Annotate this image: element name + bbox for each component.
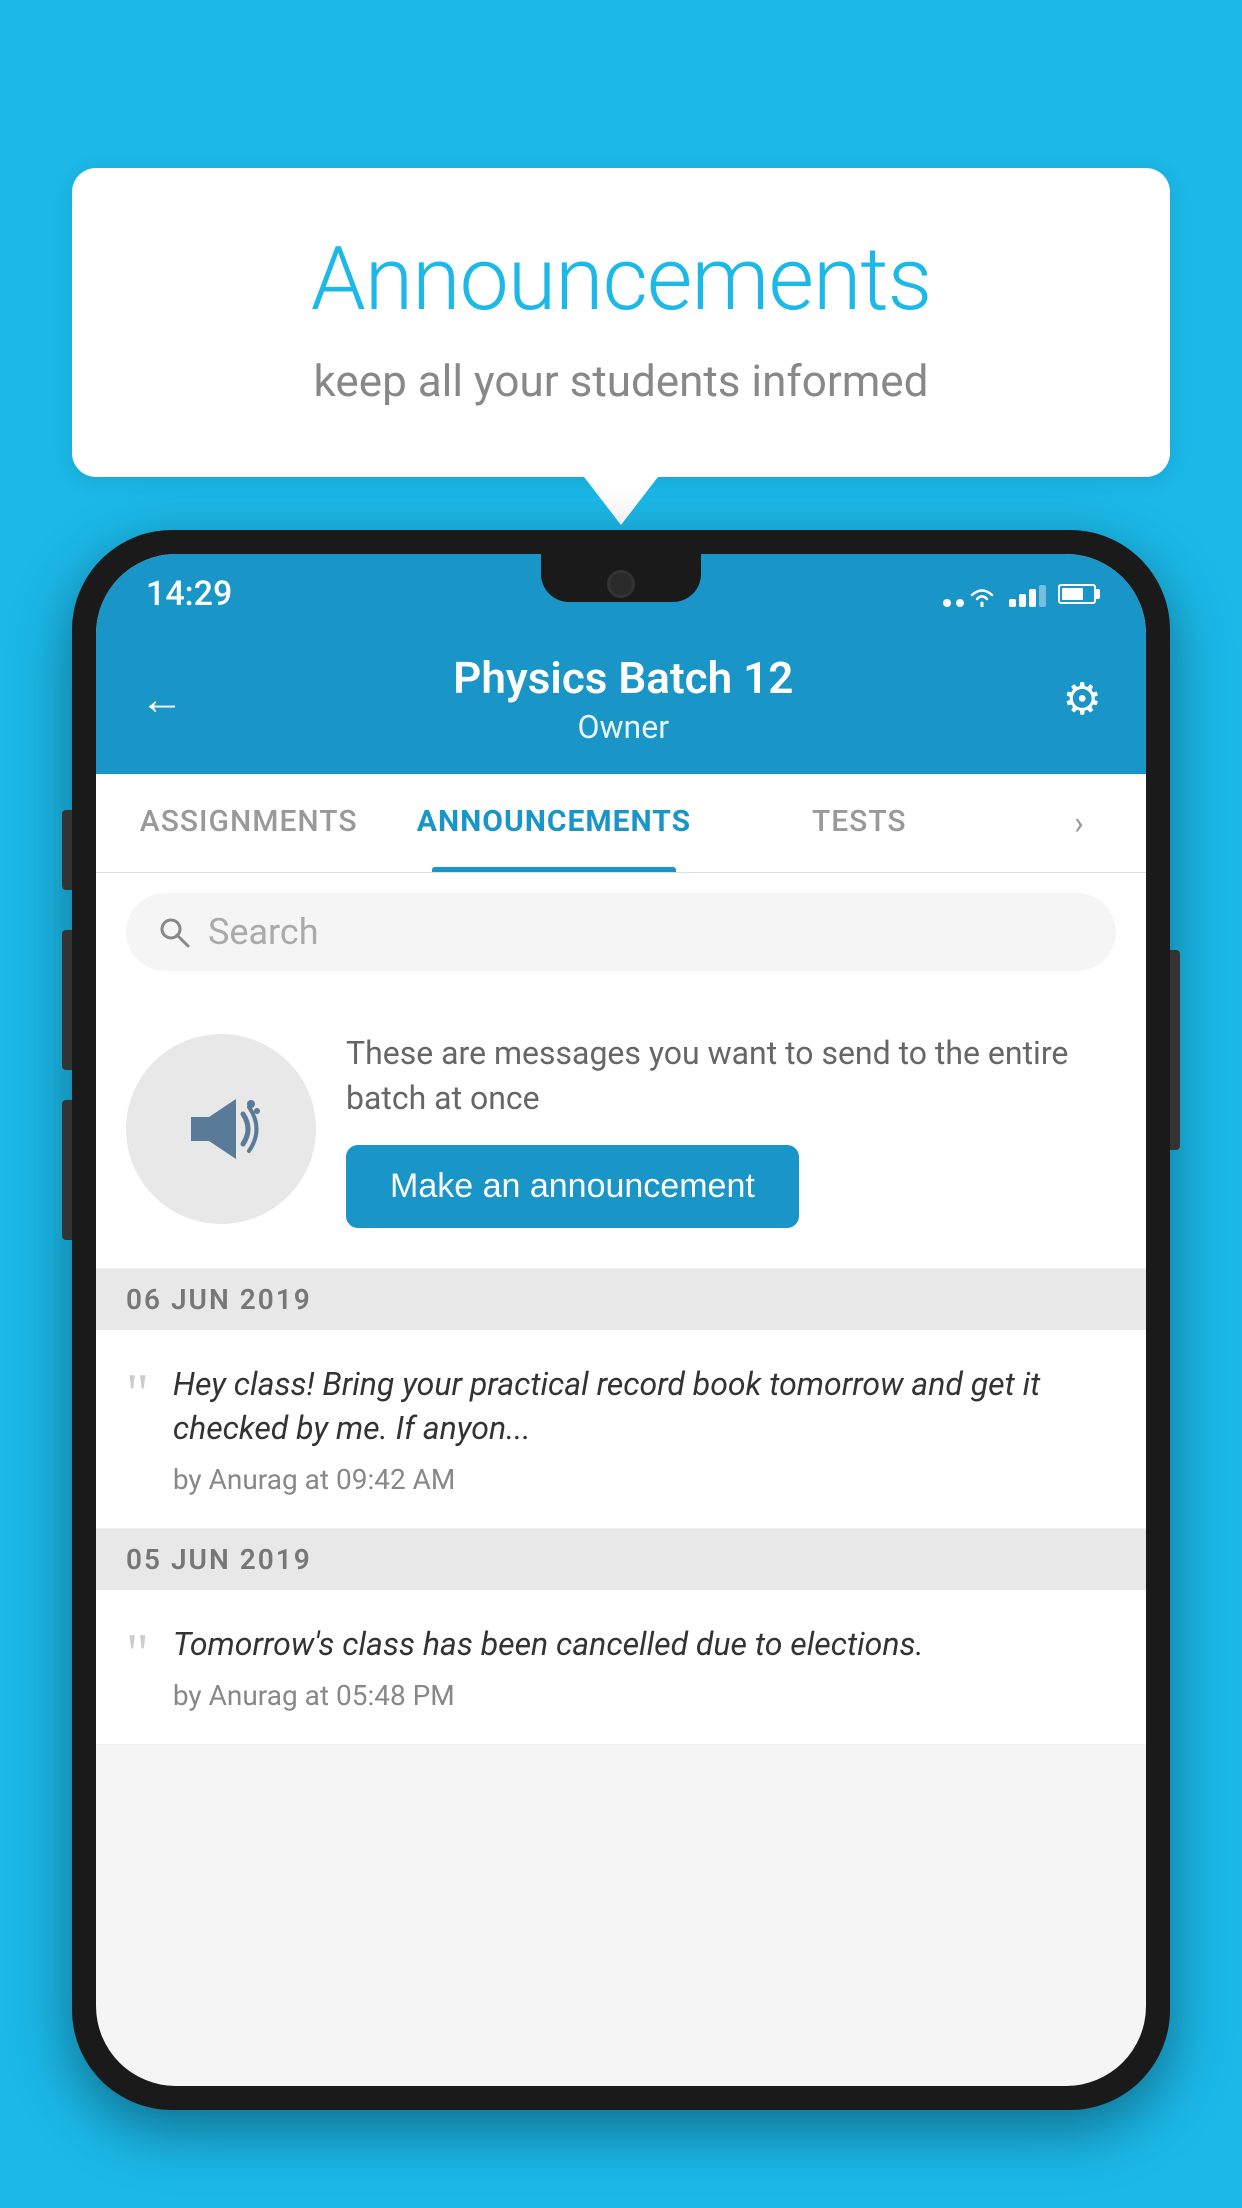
announcement-text-1: Hey class! Bring your practical record b… xyxy=(173,1362,1116,1452)
status-time: 14:29 xyxy=(146,574,232,614)
phone-volume-up xyxy=(62,930,72,1070)
date-label-2: 05 JUN 2019 xyxy=(126,1543,312,1576)
quote-icon-2: " xyxy=(126,1626,149,1682)
quote-icon-1: " xyxy=(126,1366,149,1422)
signal-icon xyxy=(1009,581,1046,607)
status-icons xyxy=(943,581,1096,607)
phone-power-button xyxy=(1170,950,1180,1150)
phone-notch xyxy=(541,554,701,602)
speech-bubble-section: Announcements keep all your students inf… xyxy=(72,168,1170,477)
phone-volume-down xyxy=(62,1100,72,1240)
announcement-meta-2: by Anurag at 05:48 PM xyxy=(173,1679,1116,1712)
search-placeholder: Search xyxy=(208,911,319,953)
megaphone-circle xyxy=(126,1034,316,1224)
back-button[interactable]: ← xyxy=(140,673,184,725)
date-separator-1: 06 JUN 2019 xyxy=(96,1269,1146,1330)
announcements-hero-title: Announcements xyxy=(152,228,1090,331)
phone-mockup: 14:29 xyxy=(72,530,1170,2208)
date-label-1: 06 JUN 2019 xyxy=(126,1283,312,1316)
promo-content: These are messages you want to send to t… xyxy=(346,1031,1116,1228)
announcements-hero-subtitle: keep all your students informed xyxy=(152,355,1090,407)
battery-icon xyxy=(1058,584,1096,604)
phone-body: 14:29 xyxy=(72,530,1170,2110)
tab-tests[interactable]: TESTS xyxy=(707,774,1012,872)
announcement-promo: These are messages you want to send to t… xyxy=(96,991,1146,1269)
tab-announcements[interactable]: ANNOUNCEMENTS xyxy=(401,774,706,872)
announcement-content-2: Tomorrow's class has been cancelled due … xyxy=(173,1622,1116,1712)
wifi-signal-icon xyxy=(967,585,997,607)
announcement-content-1: Hey class! Bring your practical record b… xyxy=(173,1362,1116,1497)
announcement-item-2[interactable]: " Tomorrow's class has been cancelled du… xyxy=(96,1590,1146,1745)
header-title-area: Physics Batch 12 Owner xyxy=(453,652,793,746)
announcement-text-2: Tomorrow's class has been cancelled due … xyxy=(173,1622,1116,1667)
make-announcement-button[interactable]: Make an announcement xyxy=(346,1145,799,1228)
announcement-item-1[interactable]: " Hey class! Bring your practical record… xyxy=(96,1330,1146,1530)
batch-title: Physics Batch 12 xyxy=(453,652,793,704)
promo-description: These are messages you want to send to t… xyxy=(346,1031,1116,1121)
search-icon xyxy=(156,914,192,950)
date-separator-2: 05 JUN 2019 xyxy=(96,1529,1146,1590)
tab-more[interactable]: › xyxy=(1012,774,1146,872)
phone-volume-mute xyxy=(62,810,72,890)
search-bar[interactable]: Search xyxy=(126,893,1116,971)
phone-camera xyxy=(607,570,635,598)
tabs-bar: ASSIGNMENTS ANNOUNCEMENTS TESTS › xyxy=(96,774,1146,873)
speech-bubble-card: Announcements keep all your students inf… xyxy=(72,168,1170,477)
wifi-icon xyxy=(943,581,997,607)
phone-screen: 14:29 xyxy=(96,554,1146,2086)
tab-assignments[interactable]: ASSIGNMENTS xyxy=(96,774,401,872)
screen-content: Search xyxy=(96,873,1146,2086)
app-header: ← Physics Batch 12 Owner ⚙ xyxy=(96,628,1146,774)
search-container: Search xyxy=(96,873,1146,991)
batch-role: Owner xyxy=(453,708,793,746)
megaphone-icon xyxy=(171,1079,271,1179)
announcement-meta-1: by Anurag at 09:42 AM xyxy=(173,1463,1116,1496)
settings-icon[interactable]: ⚙ xyxy=(1063,673,1102,725)
